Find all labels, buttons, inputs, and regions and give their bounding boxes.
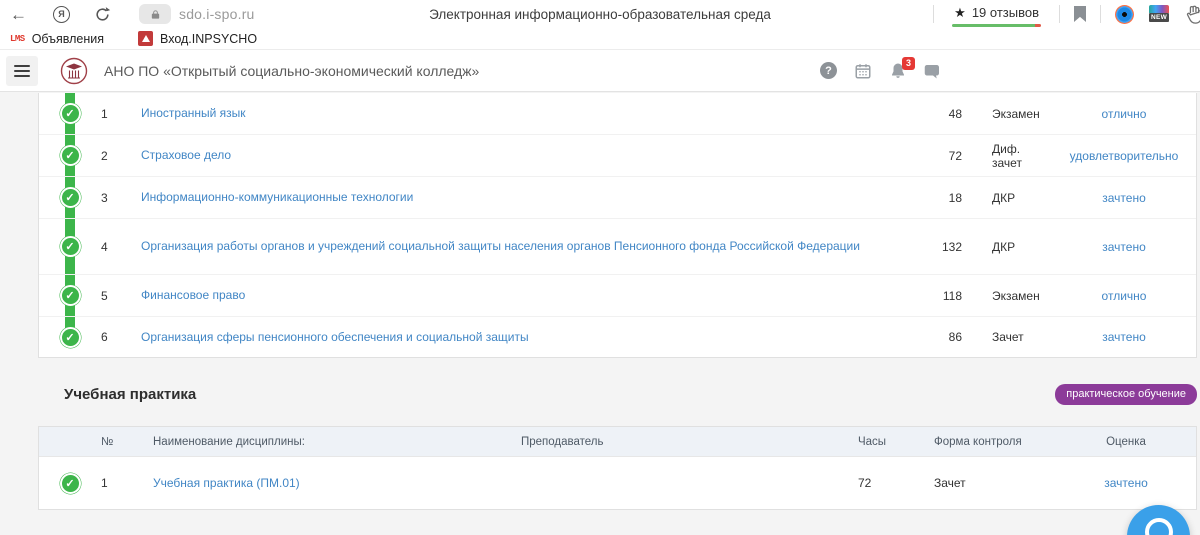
practice-section-header: Учебная практика практическое обучение <box>38 384 1197 405</box>
browser-toolbar: ← Я sdo.i-spo.ru Электронная информацион… <box>0 0 1200 28</box>
chat-widget-icon <box>1145 518 1173 535</box>
toolbar-divider <box>1100 5 1101 23</box>
reviews-rating-button[interactable]: ★ 19 отзывов <box>948 2 1045 27</box>
column-header-grade: Оценка <box>1056 436 1196 448</box>
bookmark-item-inpsycho[interactable]: Вход.INPSYCHO <box>138 31 257 46</box>
notifications-bell[interactable]: 3 <box>889 62 907 80</box>
grade-link[interactable]: зачтено <box>1102 191 1146 205</box>
college-logo[interactable] <box>60 57 88 85</box>
practice-table: № Наименование дисциплины: Преподаватель… <box>38 426 1197 510</box>
refresh-icon[interactable] <box>94 6 111 23</box>
table-row: ✓ 4 Организация работы органов и учрежде… <box>39 219 1196 275</box>
grade-link[interactable]: удовлетворительно <box>1070 149 1179 163</box>
control-form: ДКР <box>962 191 1052 205</box>
row-number: 2 <box>101 149 141 163</box>
notification-count-badge: 3 <box>902 57 915 70</box>
table-row: ✓ 1 Иностранный язык 48 Экзамен отлично <box>39 93 1196 135</box>
discipline-link[interactable]: Иностранный язык <box>141 106 246 120</box>
row-number: 1 <box>101 107 141 121</box>
back-button[interactable]: ← <box>10 6 27 23</box>
menu-toggle-button[interactable] <box>6 56 38 86</box>
discipline-link[interactable]: Финансовое право <box>141 288 245 302</box>
control-form: Зачет <box>906 476 1056 490</box>
table-row: ✓ 1 Учебная практика (ПМ.01) 72 Зачет за… <box>39 457 1196 509</box>
extension-icon[interactable] <box>1115 5 1134 24</box>
star-icon: ★ <box>954 5 966 21</box>
reviews-count-label: 19 отзывов <box>972 5 1039 20</box>
completed-check-icon: ✓ <box>60 236 81 257</box>
control-form: Экзамен <box>962 289 1052 303</box>
hours-value: 48 <box>902 107 962 121</box>
column-header-form: Форма контроля <box>906 436 1056 448</box>
hours-value: 118 <box>902 289 962 303</box>
help-icon[interactable]: ? <box>820 62 837 79</box>
column-header-hours: Часы <box>841 436 906 448</box>
new-feature-art <box>1149 5 1169 13</box>
calendar-icon[interactable] <box>854 62 872 80</box>
completed-check-icon: ✓ <box>60 103 81 124</box>
table-header-row: № Наименование дисциплины: Преподаватель… <box>39 427 1196 457</box>
grade-link[interactable]: отлично <box>1102 289 1147 303</box>
control-form: Зачет <box>962 330 1052 344</box>
discipline-link[interactable]: Учебная практика (ПМ.01) <box>153 476 300 490</box>
practice-type-badge: практическое обучение <box>1055 384 1197 405</box>
discipline-link[interactable]: Страховое дело <box>141 148 231 162</box>
section-title: Учебная практика <box>64 386 196 403</box>
column-header-num: № <box>101 436 141 448</box>
bookmarks-bar: LMS Объявления Вход.INPSYCHO <box>0 28 1200 50</box>
completed-check-icon: ✓ <box>60 285 81 306</box>
header-icons: ? 3 <box>820 62 942 80</box>
new-badge-label: NEW <box>1149 13 1169 22</box>
disciplines-table: ✓ 1 Иностранный язык 48 Экзамен отлично … <box>38 93 1197 358</box>
completed-check-icon: ✓ <box>60 473 81 494</box>
column-header-teacher: Преподаватель <box>401 436 841 448</box>
control-form: Диф. зачет <box>962 142 1052 170</box>
row-number: 4 <box>101 240 141 254</box>
hours-value: 72 <box>841 476 906 490</box>
grade-link[interactable]: зачтено <box>1102 330 1146 344</box>
yandex-browser-icon[interactable]: Я <box>53 6 70 23</box>
bookmark-item-announcements[interactable]: LMS Объявления <box>10 32 104 46</box>
row-number: 5 <box>101 289 141 303</box>
control-form: ДКР <box>962 240 1052 254</box>
grade-link[interactable]: зачтено <box>1102 240 1146 254</box>
control-form: Экзамен <box>962 107 1052 121</box>
toolbar-divider <box>933 5 934 23</box>
completed-check-icon: ✓ <box>60 145 81 166</box>
college-name: АНО ПО «Открытый социально-экономический… <box>104 63 479 79</box>
address-bar-url[interactable]: sdo.i-spo.ru <box>179 6 255 22</box>
completed-check-icon: ✓ <box>60 187 81 208</box>
table-row: ✓ 3 Информационно-коммуникационные техно… <box>39 177 1196 219</box>
main-content: ✓ 1 Иностранный язык 48 Экзамен отлично … <box>0 92 1200 510</box>
table-row: ✓ 2 Страховое дело 72 Диф. зачет удовлет… <box>39 135 1196 177</box>
bookmark-label: Вход.INPSYCHO <box>160 32 257 46</box>
hand-cursor-icon[interactable] <box>1184 3 1200 25</box>
row-number: 3 <box>101 191 141 205</box>
new-feature-icon[interactable]: NEW <box>1148 5 1170 24</box>
app-header: АНО ПО «Открытый социально-экономический… <box>0 50 1200 92</box>
toolbar-divider <box>1059 5 1060 23</box>
discipline-link[interactable]: Организация работы органов и учреждений … <box>141 239 860 253</box>
inpsycho-favicon <box>138 31 153 46</box>
messages-icon[interactable] <box>924 62 942 80</box>
table-row: ✓ 5 Финансовое право 118 Экзамен отлично <box>39 275 1196 317</box>
completed-check-icon: ✓ <box>60 327 81 348</box>
hours-value: 86 <box>902 330 962 344</box>
ssl-lock-icon[interactable] <box>139 4 171 24</box>
discipline-link[interactable]: Информационно-коммуникационные технологи… <box>141 190 413 204</box>
column-header-name: Наименование дисциплины: <box>141 436 401 448</box>
bookmark-label: Объявления <box>32 32 104 46</box>
row-number: 1 <box>101 476 141 490</box>
lms-favicon: LMS <box>10 34 25 44</box>
grade-link[interactable]: зачтено <box>1104 476 1148 490</box>
discipline-link[interactable]: Организация сферы пенсионного обеспечени… <box>141 330 529 344</box>
bookmark-icon[interactable] <box>1074 6 1086 22</box>
table-row: ✓ 6 Организация сферы пенсионного обеспе… <box>39 317 1196 357</box>
grade-link[interactable]: отлично <box>1102 107 1147 121</box>
hours-value: 72 <box>902 149 962 163</box>
hours-value: 132 <box>902 240 962 254</box>
row-number: 6 <box>101 330 141 344</box>
hours-value: 18 <box>902 191 962 205</box>
